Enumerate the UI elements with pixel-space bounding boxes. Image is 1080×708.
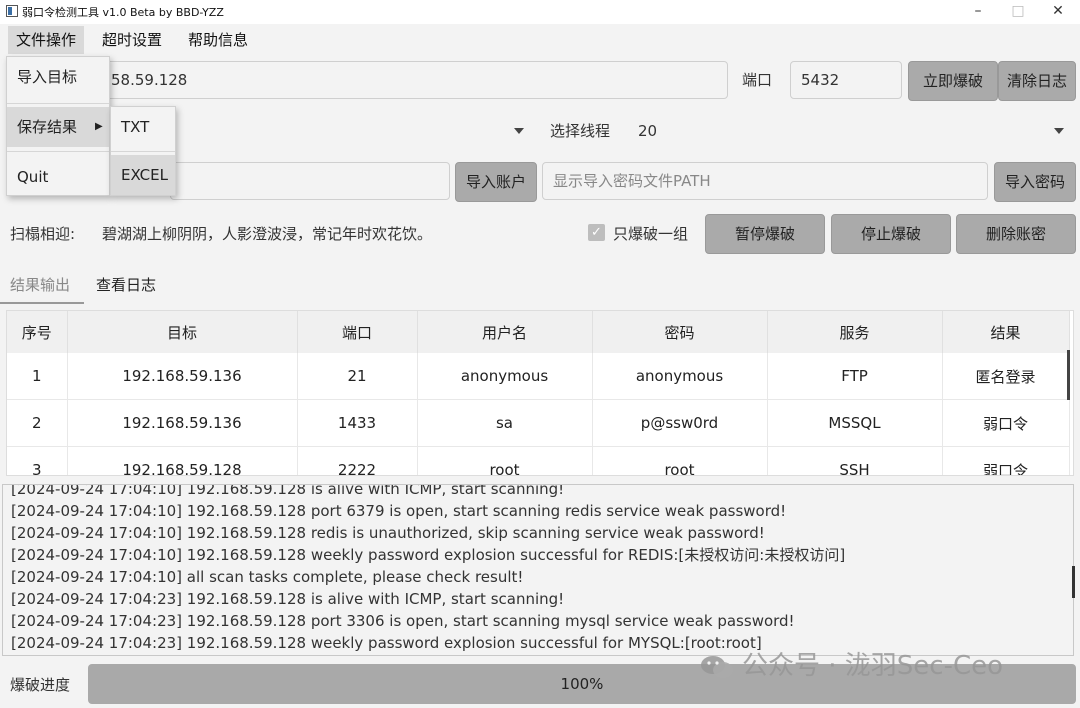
target-input[interactable]: 58.59.128: [100, 61, 728, 99]
menu-item-excel[interactable]: EXCEL: [111, 155, 175, 195]
save-results-label: 保存结果: [17, 118, 78, 136]
threads-value: 20: [638, 122, 658, 140]
service-select[interactable]: [170, 111, 536, 151]
table-cell: 192.168.59.128: [67, 446, 298, 475]
menu-item-quit[interactable]: Quit: [7, 157, 109, 197]
menu-separator: [7, 151, 109, 152]
threads-label: 选择线程: [550, 122, 611, 140]
start-button[interactable]: 立即爆破: [908, 61, 998, 101]
menu-file[interactable]: 文件操作: [8, 26, 85, 54]
port-label: 端口: [742, 71, 773, 89]
menu-item-import-target[interactable]: 导入目标: [7, 57, 109, 97]
column-header[interactable]: 目标: [67, 311, 298, 353]
stop-button[interactable]: 停止爆破: [831, 214, 951, 254]
table-cell: 2222: [297, 446, 418, 475]
column-header[interactable]: 服务: [767, 311, 943, 353]
motto-text: 碧湖湖上柳阴阴，人影澄波浸，常记年时欢花饮。: [102, 225, 433, 243]
clear-log-button[interactable]: 清除日志: [998, 61, 1076, 101]
password-path-input[interactable]: 显示导入密码文件PATH: [542, 162, 988, 200]
threads-select[interactable]: 20: [628, 111, 1076, 151]
table-cell: 21: [297, 353, 418, 400]
account-path-input[interactable]: [170, 162, 450, 200]
import-password-button[interactable]: 导入密码: [994, 162, 1076, 202]
table-cell: 192.168.59.136: [67, 399, 298, 447]
table-cell: SSH: [767, 446, 943, 475]
menu-timeout[interactable]: 超时设置: [94, 26, 170, 54]
table-cell: root: [417, 446, 593, 475]
log-line: [2024-09-24 17:04:10] 192.168.59.128 wee…: [11, 546, 846, 564]
log-line: [2024-09-24 17:04:10] 192.168.59.128 red…: [11, 524, 765, 542]
maximize-button[interactable]: □: [998, 0, 1038, 24]
menu-bar: 文件操作 超时设置 帮助信息: [0, 24, 1080, 56]
table-cell: sa: [417, 399, 593, 447]
table-row[interactable]: 1 192.168.59.136 21 anonymous anonymous …: [7, 353, 1070, 400]
log-line: [2024-09-24 17:04:10] all scan tasks com…: [11, 568, 524, 586]
table-cell: 1: [7, 353, 68, 400]
column-header[interactable]: 端口: [297, 311, 418, 353]
table-cell: 弱口令: [942, 446, 1070, 475]
motto-label: 扫榻相迎:: [10, 225, 76, 243]
table-cell: 192.168.59.136: [67, 353, 298, 400]
table-cell: 弱口令: [942, 399, 1070, 447]
wechat-icon: [701, 656, 733, 678]
tab-active-indicator: [0, 302, 84, 304]
checkbox-only-one[interactable]: ✓: [588, 224, 605, 241]
table-cell: FTP: [767, 353, 943, 400]
table-cell: anonymous: [417, 353, 593, 400]
table-cell: root: [592, 446, 768, 475]
results-table: 序号 目标 端口 用户名 密码 服务 结果 1 192.168.59.136 2…: [6, 310, 1074, 476]
save-submenu: TXT EXCEL: [110, 106, 176, 196]
table-cell: anonymous: [592, 353, 768, 400]
menu-item-save-results[interactable]: 保存结果 ▶: [7, 107, 109, 147]
log-line: [2024-09-24 17:04:23] 192.168.59.128 is …: [11, 590, 565, 608]
title-bar: 弱口令检测工具 v1.0 Beta by BBD-YZZ – □ ✕: [0, 0, 1080, 24]
watermark: 公众号 · 泷羽Sec-Ceo: [742, 651, 1004, 681]
column-header[interactable]: 结果: [942, 311, 1070, 353]
column-header[interactable]: 用户名: [417, 311, 593, 353]
file-menu-dropdown: 导入目标 保存结果 ▶ Quit: [6, 56, 110, 196]
table-cell: p@ssw0rd: [592, 399, 768, 447]
chevron-right-icon: ▶: [95, 121, 103, 132]
menu-help[interactable]: 帮助信息: [180, 26, 256, 54]
table-header: 序号 目标 端口 用户名 密码 服务 结果: [7, 311, 1070, 353]
table-row[interactable]: 2 192.168.59.136 1433 sa p@ssw0rd MSSQL …: [7, 399, 1070, 447]
pause-button[interactable]: 暂停爆破: [705, 214, 825, 254]
chevron-down-icon: [1054, 128, 1064, 134]
tab-results[interactable]: 结果输出: [10, 270, 70, 300]
table-cell: 匿名登录: [942, 353, 1070, 400]
column-header[interactable]: 密码: [592, 311, 768, 353]
table-cell: MSSQL: [767, 399, 943, 447]
app-icon: [6, 5, 18, 17]
menu-separator: [7, 103, 109, 104]
delete-accounts-button[interactable]: 删除账密: [956, 214, 1076, 254]
window-title: 弱口令检测工具 v1.0 Beta by BBD-YZZ: [22, 6, 224, 19]
menu-item-txt[interactable]: TXT: [111, 107, 175, 147]
progress-label: 爆破进度: [10, 676, 71, 694]
log-line: [2024-09-24 17:04:10] 192.168.59.128 is …: [11, 484, 565, 498]
checkbox-label: 只爆破一组: [613, 225, 689, 243]
menu-separator: [111, 151, 175, 152]
tab-log[interactable]: 查看日志: [96, 270, 156, 300]
log-line: [2024-09-24 17:04:23] 192.168.59.128 por…: [11, 612, 795, 630]
close-button[interactable]: ✕: [1038, 0, 1078, 24]
table-row[interactable]: 3 192.168.59.128 2222 root root SSH 弱口令: [7, 446, 1070, 475]
column-header[interactable]: 序号: [7, 311, 68, 353]
table-scrollbar[interactable]: [1067, 350, 1070, 400]
log-output[interactable]: [2024-09-24 17:04:10] 192.168.59.128 is …: [2, 484, 1074, 656]
minimize-button[interactable]: –: [958, 0, 998, 24]
table-cell: 3: [7, 446, 68, 475]
port-input[interactable]: 5432: [790, 61, 902, 99]
table-cell: 1433: [297, 399, 418, 447]
log-line: [2024-09-24 17:04:10] 192.168.59.128 por…: [11, 502, 787, 520]
chevron-down-icon: [514, 128, 524, 134]
log-line: [2024-09-24 17:04:23] 192.168.59.128 wee…: [11, 634, 762, 652]
import-account-button[interactable]: 导入账户: [455, 162, 537, 202]
table-cell: 2: [7, 399, 68, 447]
log-scrollbar[interactable]: [1072, 566, 1075, 598]
